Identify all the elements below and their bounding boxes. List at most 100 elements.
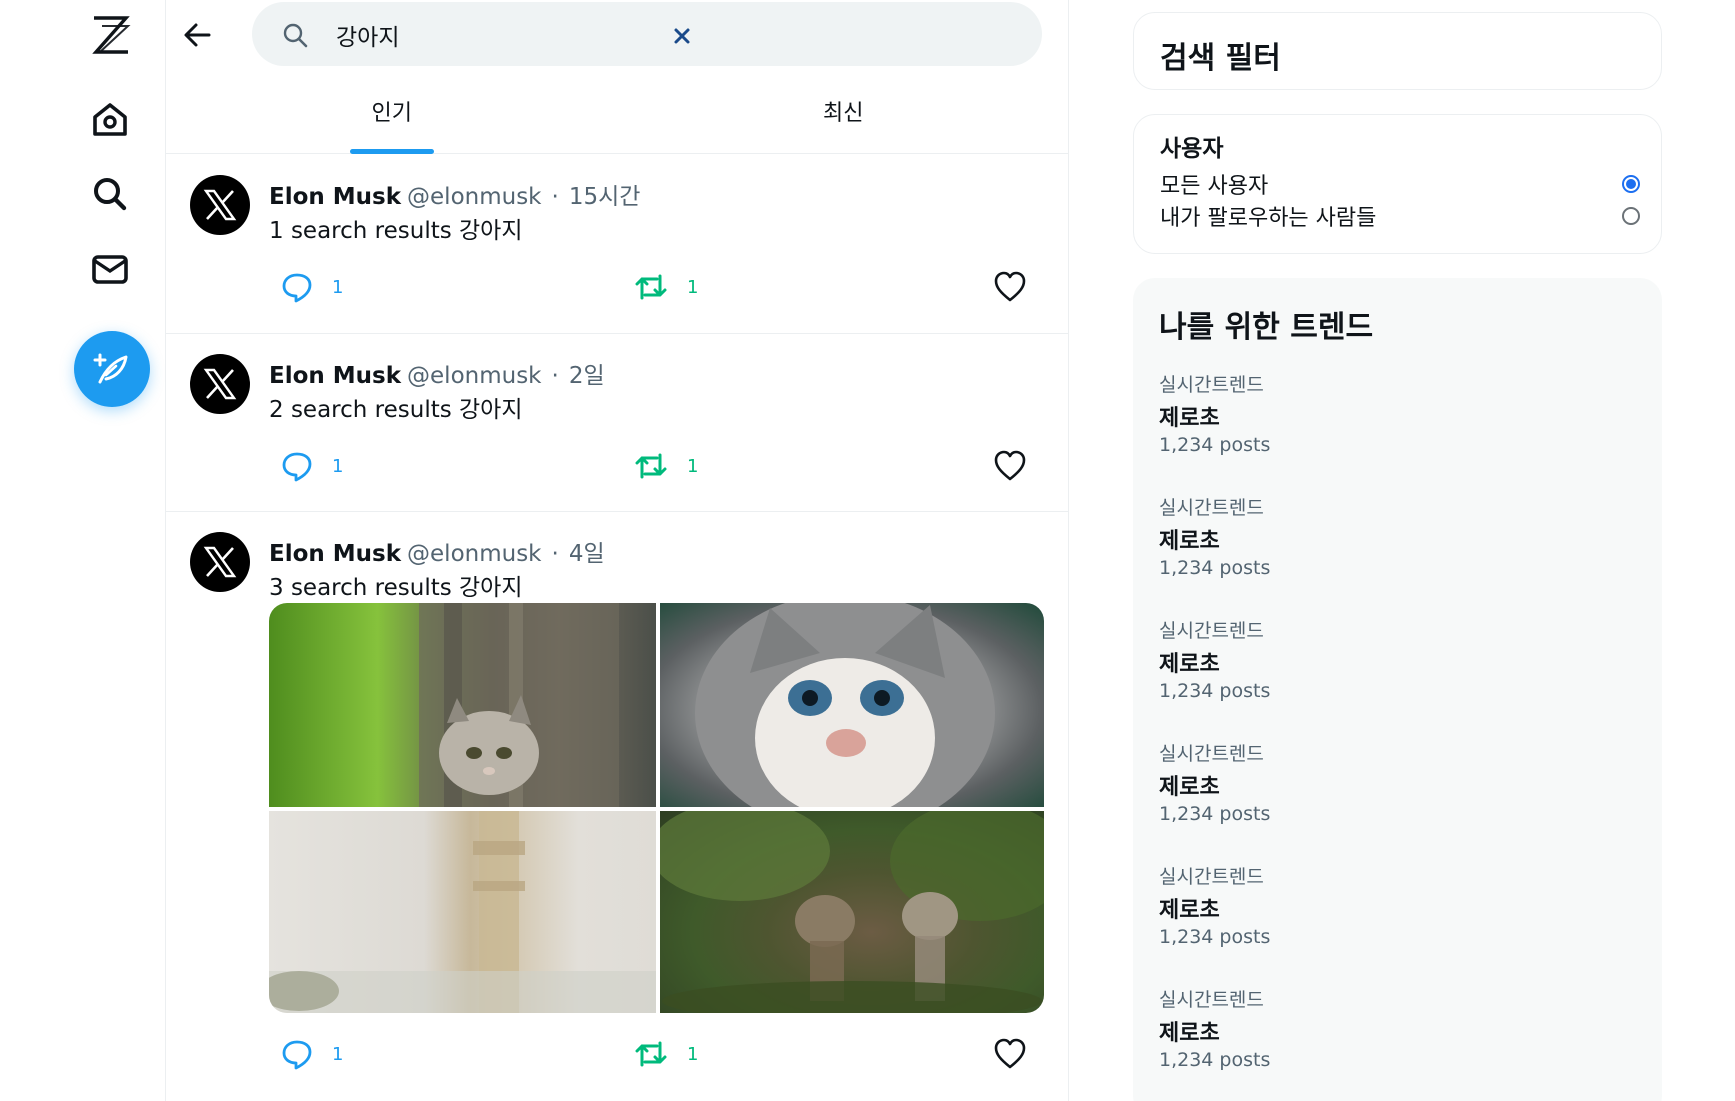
heart-icon bbox=[994, 1038, 1026, 1069]
radio-unselected[interactable] bbox=[1622, 207, 1640, 225]
tab-popular[interactable]: 인기 bbox=[166, 80, 618, 154]
user-filter-heading: 사용자 bbox=[1160, 136, 1224, 162]
like-button[interactable] bbox=[992, 1036, 1028, 1072]
filter-option-following[interactable]: 내가 팔로우하는 사람들 bbox=[1160, 201, 1640, 231]
media-image-kitten-tree[interactable] bbox=[269, 603, 656, 807]
main-column: 인기 최신 Elon Musk@elonmusk·15시간 1 search r… bbox=[166, 0, 1069, 1101]
trend-post-count: 1,234 posts bbox=[1159, 434, 1271, 456]
trend-category: 실시간트렌드 bbox=[1159, 989, 1264, 1011]
avatar[interactable] bbox=[190, 532, 250, 592]
trend-title: 제로초 bbox=[1159, 775, 1220, 800]
like-button[interactable] bbox=[992, 269, 1028, 305]
heart-icon bbox=[994, 450, 1026, 481]
trend-title: 제로초 bbox=[1159, 898, 1220, 923]
comment-icon bbox=[282, 273, 312, 303]
repost-icon bbox=[635, 274, 667, 300]
trend-post-count: 1,234 posts bbox=[1159, 1049, 1271, 1071]
tab-active-indicator bbox=[349, 149, 434, 154]
radio-selected[interactable] bbox=[1622, 175, 1640, 193]
trend-post-count: 1,234 posts bbox=[1159, 680, 1271, 702]
trend-category: 실시간트렌드 bbox=[1159, 743, 1264, 765]
search-filter-card: 검색 필터 bbox=[1133, 12, 1662, 90]
post-header: Elon Musk @elonmusk · 15시간 bbox=[269, 177, 640, 211]
repost-button[interactable]: 1 bbox=[633, 448, 698, 484]
heart-icon bbox=[994, 271, 1026, 302]
post-time[interactable]: 15시간 bbox=[569, 184, 641, 210]
trend-category: 실시간트렌드 bbox=[1159, 374, 1264, 396]
trend-category: 실시간트렌드 bbox=[1159, 497, 1264, 519]
right-sidebar: 검색 필터 사용자 모든 사용자 내가 팔로우하는 사람들 나를 위한 트렌드 … bbox=[1069, 0, 1735, 1101]
post[interactable]: Elon Musk @elonmusk · 15시간 1 search results… bbox=[166, 155, 1069, 334]
trend-item[interactable]: 실시간트렌드 제로초 1,234 posts bbox=[1159, 862, 1629, 972]
reply-button[interactable]: 1 bbox=[280, 269, 343, 305]
reply-button[interactable]: 1 bbox=[280, 1036, 343, 1072]
separator-dot: · bbox=[551, 363, 559, 389]
logo-icon[interactable] bbox=[81, 6, 139, 64]
media-image-kitten-closeup[interactable] bbox=[660, 603, 1044, 807]
author-name[interactable]: Elon Musk bbox=[269, 363, 401, 389]
filter-option-label: 내가 팔로우하는 사람들 bbox=[1160, 206, 1377, 231]
tab-label: 최신 bbox=[823, 100, 864, 126]
result-tabs: 인기 최신 bbox=[166, 80, 1069, 154]
media-image-kittens-grass[interactable] bbox=[660, 811, 1044, 1013]
trend-category: 실시간트렌드 bbox=[1159, 620, 1264, 642]
search-icon[interactable] bbox=[81, 165, 139, 223]
author-name[interactable]: Elon Musk bbox=[269, 184, 401, 210]
author-name[interactable]: Elon Musk bbox=[269, 541, 401, 567]
repost-button[interactable]: 1 bbox=[633, 269, 698, 305]
post-media-grid bbox=[269, 603, 1044, 1013]
separator-dot: · bbox=[551, 184, 559, 210]
repost-button[interactable]: 1 bbox=[633, 1036, 698, 1072]
search-bar bbox=[252, 2, 1042, 66]
filter-option-all-users[interactable]: 모든 사용자 bbox=[1160, 169, 1640, 199]
search-input[interactable] bbox=[336, 20, 666, 50]
media-image-tower[interactable] bbox=[269, 811, 656, 1013]
repost-icon bbox=[635, 453, 667, 479]
trend-item[interactable]: 실시간트렌드 제로초 1,234 posts bbox=[1159, 985, 1629, 1095]
trend-item[interactable]: 실시간트렌드 제로초 1,234 posts bbox=[1159, 616, 1629, 726]
x-logo-icon bbox=[203, 546, 237, 578]
trend-title: 제로초 bbox=[1159, 1021, 1220, 1046]
trend-title: 제로초 bbox=[1159, 529, 1220, 554]
author-handle[interactable]: @elonmusk bbox=[407, 541, 541, 567]
post[interactable]: Elon Musk @elonmusk · 4일 3 search results 강… bbox=[166, 512, 1069, 1101]
repost-icon bbox=[635, 1041, 667, 1067]
trend-item[interactable]: 실시간트렌드 제로초 1,234 posts bbox=[1159, 493, 1629, 603]
clear-search-button[interactable] bbox=[670, 24, 694, 48]
repost-count: 1 bbox=[687, 276, 699, 298]
search-icon bbox=[283, 23, 308, 48]
author-handle[interactable]: @elonmusk bbox=[407, 363, 541, 389]
reply-button[interactable]: 1 bbox=[280, 448, 343, 484]
home-icon[interactable] bbox=[81, 90, 139, 148]
post-header: Elon Musk @elonmusk · 2일 bbox=[269, 356, 605, 390]
arrow-left-icon bbox=[184, 23, 211, 47]
compose-button[interactable] bbox=[74, 331, 150, 407]
avatar[interactable] bbox=[190, 175, 250, 235]
filter-option-label: 모든 사용자 bbox=[1160, 174, 1269, 199]
tab-latest[interactable]: 최신 bbox=[618, 80, 1070, 153]
mail-icon[interactable] bbox=[81, 240, 139, 298]
reply-count: 1 bbox=[332, 455, 344, 477]
back-button[interactable] bbox=[176, 14, 218, 56]
trend-post-count: 1,234 posts bbox=[1159, 803, 1271, 825]
post-text: 1 search results 강아지 bbox=[269, 218, 523, 244]
like-button[interactable] bbox=[992, 448, 1028, 484]
post-time[interactable]: 4일 bbox=[569, 541, 605, 567]
left-nav bbox=[0, 0, 166, 1101]
post[interactable]: Elon Musk @elonmusk · 2일 2 search results 강… bbox=[166, 334, 1069, 512]
author-handle[interactable]: @elonmusk bbox=[407, 184, 541, 210]
comment-icon bbox=[282, 1040, 312, 1070]
reply-count: 1 bbox=[332, 1043, 344, 1065]
feather-plus-icon bbox=[93, 353, 128, 384]
repost-count: 1 bbox=[687, 1043, 699, 1065]
trend-item[interactable]: 실시간트렌드 제로초 1,234 posts bbox=[1159, 739, 1629, 849]
avatar[interactable] bbox=[190, 354, 250, 414]
trend-item[interactable]: 실시간트렌드 제로초 1,234 posts bbox=[1159, 370, 1629, 480]
repost-count: 1 bbox=[687, 455, 699, 477]
trends-card: 나를 위한 트렌드 실시간트렌드 제로초 1,234 posts 실시간트렌드 … bbox=[1133, 278, 1662, 1101]
x-logo-icon bbox=[203, 368, 237, 400]
user-filter-card: 사용자 모든 사용자 내가 팔로우하는 사람들 bbox=[1133, 114, 1662, 254]
separator-dot: · bbox=[551, 541, 559, 567]
trend-title: 제로초 bbox=[1159, 406, 1220, 431]
post-time[interactable]: 2일 bbox=[569, 363, 605, 389]
